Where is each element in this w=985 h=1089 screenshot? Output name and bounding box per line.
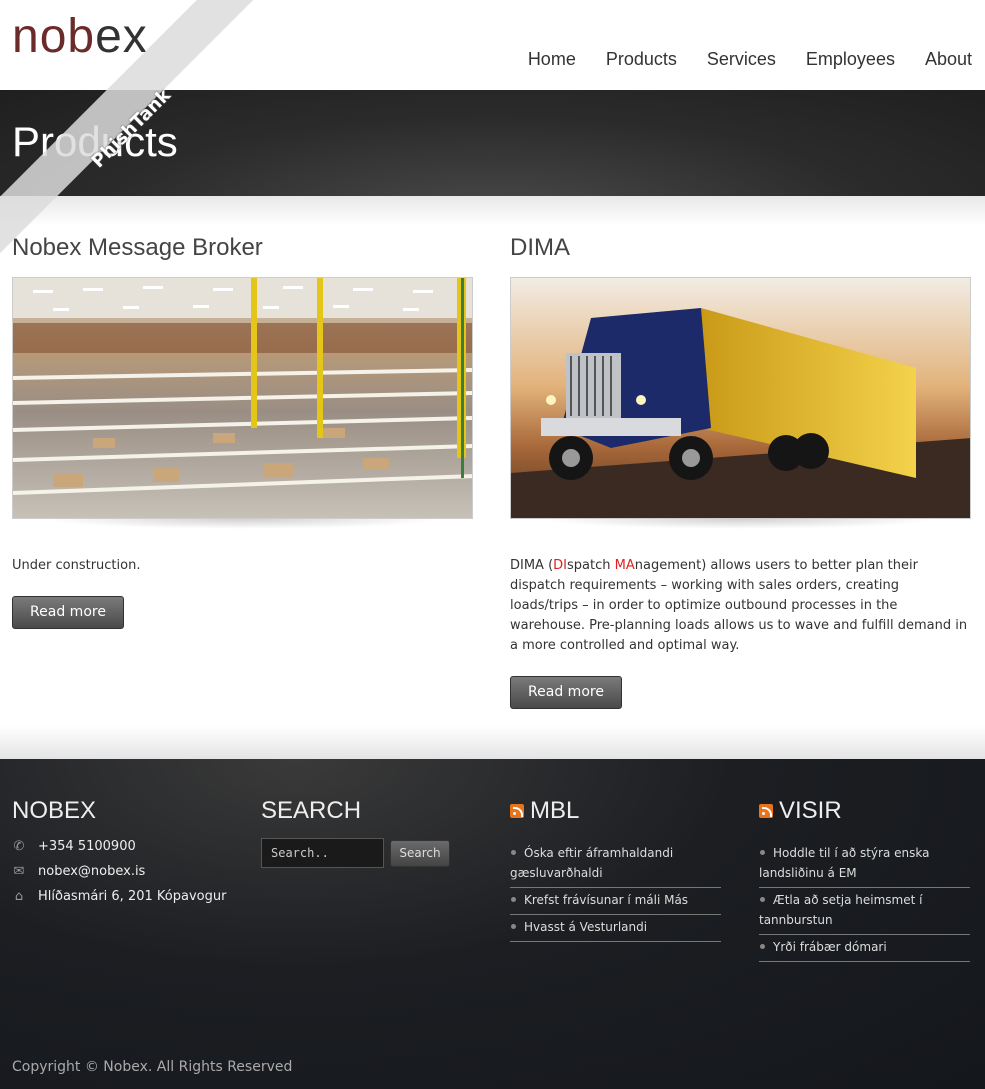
- envelope-icon: ✉: [13, 863, 25, 879]
- list-item[interactable]: Yrði frábær dómari: [759, 935, 970, 962]
- feed-title: MBL: [530, 797, 580, 824]
- bullet-icon: [760, 897, 765, 902]
- home-icon: ⌂: [14, 888, 24, 904]
- bullet-icon: [511, 850, 516, 855]
- read-more-button-broker[interactable]: Read more: [12, 596, 124, 629]
- bullet-icon: [511, 924, 516, 929]
- list-item[interactable]: Óska eftir áframhaldandi gæsluvarðhaldi: [510, 841, 721, 888]
- nobex-logo[interactable]: nobex: [12, 8, 148, 66]
- desc-highlight: MA: [614, 558, 635, 573]
- rss-icon: [510, 804, 524, 818]
- footer-heading: NOBEX: [12, 797, 97, 824]
- list-item[interactable]: Hoddle til í að stýra enska landsliðinu …: [759, 841, 970, 888]
- search-button[interactable]: Search: [390, 840, 450, 867]
- contact-address: ⌂ Hlíðasmári 6, 201 Kópavogur: [12, 888, 227, 904]
- site-footer: NOBEX ✆ +354 5100900 ✉ nobex@nobex.is ⌂ …: [0, 759, 985, 1089]
- visir-feed: Hoddle til í að stýra enska landsliðinu …: [759, 841, 970, 962]
- bullet-icon: [760, 850, 765, 855]
- feed-link[interactable]: Óska eftir áframhaldandi gæsluvarðhaldi: [510, 846, 673, 880]
- desc-text: DIMA (: [510, 558, 554, 573]
- feed-link[interactable]: Ætla að setja heimsmet í tannburstun: [759, 893, 922, 927]
- nav-products[interactable]: Products: [589, 46, 690, 72]
- feed-link[interactable]: Krefst frávísunar í máli Más: [524, 893, 688, 907]
- product-description: DIMA (DIspatch MAnagement) allows users …: [510, 556, 971, 656]
- address-text: Hlíðasmári 6, 201 Kópavogur: [38, 889, 227, 904]
- list-item[interactable]: Hvasst á Vesturlandi: [510, 915, 721, 942]
- bullet-icon: [760, 944, 765, 949]
- products-section: Nobex Message Broker Under construction.…: [0, 196, 985, 759]
- nav-services[interactable]: Services: [690, 46, 789, 72]
- nav-home[interactable]: Home: [511, 46, 589, 72]
- list-item[interactable]: Krefst frávísunar í máli Más: [510, 888, 721, 915]
- phone-icon: ✆: [13, 838, 25, 854]
- product-title: DIMA: [510, 234, 570, 261]
- image-shadow: [42, 519, 442, 529]
- email-text[interactable]: nobex@nobex.is: [38, 864, 145, 879]
- warehouse-image: [12, 277, 473, 519]
- footer-heading: SEARCH: [261, 797, 362, 824]
- read-more-button-dima[interactable]: Read more: [510, 676, 622, 709]
- contact-email: ✉ nobex@nobex.is: [12, 863, 146, 879]
- nav-employees[interactable]: Employees: [789, 46, 908, 72]
- copyright-text: Copyright © Nobex. All Rights Reserved: [12, 1059, 293, 1075]
- footer-heading: MBL: [510, 797, 579, 825]
- contact-phone: ✆ +354 5100900: [12, 839, 136, 854]
- main-nav: Home Products Services Employees About: [511, 46, 985, 72]
- phone-text: +354 5100900: [38, 839, 136, 854]
- feed-link[interactable]: Yrði frábær dómari: [773, 940, 887, 954]
- desc-highlight: DI: [553, 558, 568, 573]
- feed-link[interactable]: Hvasst á Vesturlandi: [524, 920, 647, 934]
- logo-prefix: nob: [12, 10, 96, 63]
- desc-text: spatch: [567, 558, 615, 573]
- feed-link[interactable]: Hoddle til í að stýra enska landsliðinu …: [759, 846, 929, 880]
- bullet-icon: [511, 897, 516, 902]
- mbl-feed: Óska eftir áframhaldandi gæsluvarðhaldi …: [510, 841, 721, 942]
- product-title: Nobex Message Broker: [12, 234, 263, 261]
- nav-about[interactable]: About: [908, 46, 985, 72]
- truck-image: [510, 277, 971, 519]
- search-input[interactable]: Search..: [261, 838, 384, 868]
- rss-icon: [759, 804, 773, 818]
- feed-title: VISIR: [779, 797, 842, 824]
- product-description: Under construction.: [12, 558, 141, 573]
- footer-heading: VISIR: [759, 797, 842, 825]
- image-shadow: [540, 519, 940, 529]
- list-item[interactable]: Ætla að setja heimsmet í tannburstun: [759, 888, 970, 935]
